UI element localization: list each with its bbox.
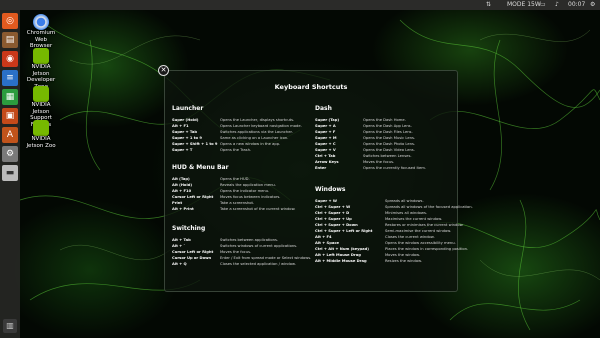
libreoffice-writer-icon[interactable]: ≡ [2,70,18,86]
chromium-icon [33,14,49,30]
power-mode-indicator[interactable]: MODE 15W [507,0,541,10]
sound-icon[interactable]: ♪ [555,0,559,10]
desktop-icon-chromium[interactable]: Chromium Web Browser [21,14,61,50]
shortcut-key: Alt + Q [172,262,187,266]
shortcut-key: Enter [315,166,327,170]
shortcut-row: Alt + Print Take a screenshot of the curr… [172,206,312,212]
shortcut-key: Alt + Print [172,207,194,211]
nvidia-icon [33,120,49,136]
software-center-icon[interactable]: A [2,127,18,143]
keyboard-shortcuts-overlay: Keyboard Shortcuts Launcher Super (Hold)… [164,70,473,292]
desktop-icon-label: Developer [26,77,56,83]
section-launcher: Launcher Super (Hold) Opens the Launcher,… [172,105,312,153]
clock[interactable]: 00:07 [568,0,585,10]
section-dash: Dash Super (Tap) Opens the Dash Home. Supe… [315,105,455,171]
close-icon[interactable]: ✕ [158,65,169,76]
ubuntu-home-icon[interactable]: ◎ [2,13,18,29]
section-hud-menu-bar: HUD & Menu Bar Alt (Tap) Opens the HUD. Al… [172,164,312,212]
launcher: ◎ ▤ ◉ ≡ ▦ ▣ A ⚙ ▬ [0,10,20,338]
shortcut-row: Alt + Middle Mouse Drag Resizes the windo… [315,258,455,264]
section-title: Dash [315,105,332,112]
section-windows: Windows Super + W Spreads all windows. Ctr… [315,186,473,264]
shortcut-description: Closes the selected application / window… [220,262,296,266]
shortcut-description: Opens the Trash. [220,148,252,152]
battery-icon[interactable]: ▭ [540,0,546,10]
shortcut-description: Take a screenshot of the current window. [220,207,296,211]
section-title: HUD & Menu Bar [172,164,229,171]
settings-icon[interactable]: ⚙ [590,0,595,10]
network-icon[interactable]: ⇅ [486,0,491,10]
desktop-icon-jetson-developer-zone[interactable]: NVIDIA Jetson Developer Zone [21,48,61,90]
shortcut-row: Enter Opens the currently focused item. [315,165,455,171]
settings-icon[interactable]: ⚙ [2,146,18,162]
shortcut-description: Resizes the window. [385,259,422,263]
top-panel: MODE 15W ⇅ ▭ ♪ 00:07 ⚙ [0,0,600,10]
desktop-icon-jetson-zoo[interactable]: NVIDIA Jetson Zoo [21,120,61,149]
libreoffice-impress-icon[interactable]: ▣ [2,108,18,124]
section-switching: Switching Alt + Tab Switches between appl… [172,225,312,267]
shortcut-key: Alt + Middle Mouse Drag [315,259,367,263]
libreoffice-calc-icon[interactable]: ▦ [2,89,18,105]
firefox-icon[interactable]: ◉ [2,51,18,67]
shortcut-key: Super + T [172,148,193,152]
drive-icon[interactable]: ▬ [2,165,18,181]
section-title: Launcher [172,105,204,112]
shortcut-description: Opens the currently focused item. [363,166,426,170]
section-title: Switching [172,225,206,232]
nvidia-icon [33,48,49,64]
shortcut-row: Super + T Opens the Trash. [172,147,312,153]
desktop-icon-label: Jetson Zoo [26,142,56,149]
shortcut-row: Alt + Q Closes the selected application /… [172,261,312,267]
files-icon[interactable]: ▤ [2,32,18,48]
section-title: Windows [315,186,346,193]
desktop-icon-label: Chromium [26,30,56,36]
nvidia-icon [33,86,49,102]
overlay-title: Keyboard Shortcuts [274,83,348,91]
trash-icon[interactable]: ▥ [3,319,17,333]
